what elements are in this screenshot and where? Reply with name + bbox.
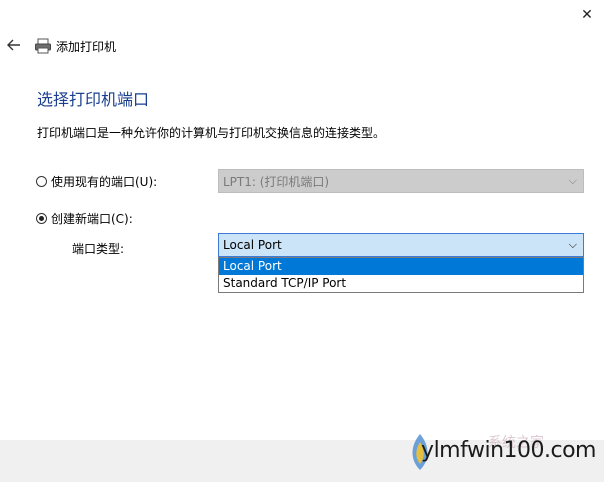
use-existing-port-radio[interactable]: 使用现有的端口(U):: [36, 173, 157, 190]
chevron-down-icon: ⌵: [568, 238, 577, 251]
port-type-dropdown-list: Local Port Standard TCP/IP Port: [218, 257, 584, 293]
radio-indicator-checked: [36, 213, 47, 224]
dropdown-option-local-port[interactable]: Local Port: [219, 258, 583, 275]
page-description: 打印机端口是一种允许你的计算机与打印机交换信息的连接类型。: [37, 126, 386, 140]
arrow-left-icon: [7, 39, 20, 51]
back-button[interactable]: [4, 35, 24, 55]
port-type-value: Local Port: [223, 238, 282, 252]
watermark-site-text: ylmfwin100.com: [421, 438, 596, 463]
printer-icon: [35, 38, 51, 54]
wizard-title: 添加打印机: [56, 40, 117, 54]
dropdown-option-standard-tcpip-port[interactable]: Standard TCP/IP Port: [219, 275, 583, 292]
create-new-port-radio[interactable]: 创建新端口(C):: [36, 210, 133, 227]
close-button[interactable]: ✕: [570, 0, 604, 30]
port-type-combobox[interactable]: Local Port ⌵: [218, 233, 584, 257]
radio-indicator: [36, 176, 47, 187]
use-existing-port-label: 使用现有的端口(U):: [51, 175, 158, 189]
chevron-down-icon: ⌵: [568, 174, 577, 187]
port-type-label: 端口类型:: [72, 242, 125, 256]
close-icon: ✕: [581, 7, 593, 23]
create-new-port-label: 创建新端口(C):: [51, 212, 133, 226]
existing-port-combobox: LPT1: (打印机端口) ⌵: [218, 169, 584, 193]
existing-port-value: LPT1: (打印机端口): [223, 174, 330, 189]
page-title: 选择打印机端口: [37, 90, 150, 109]
